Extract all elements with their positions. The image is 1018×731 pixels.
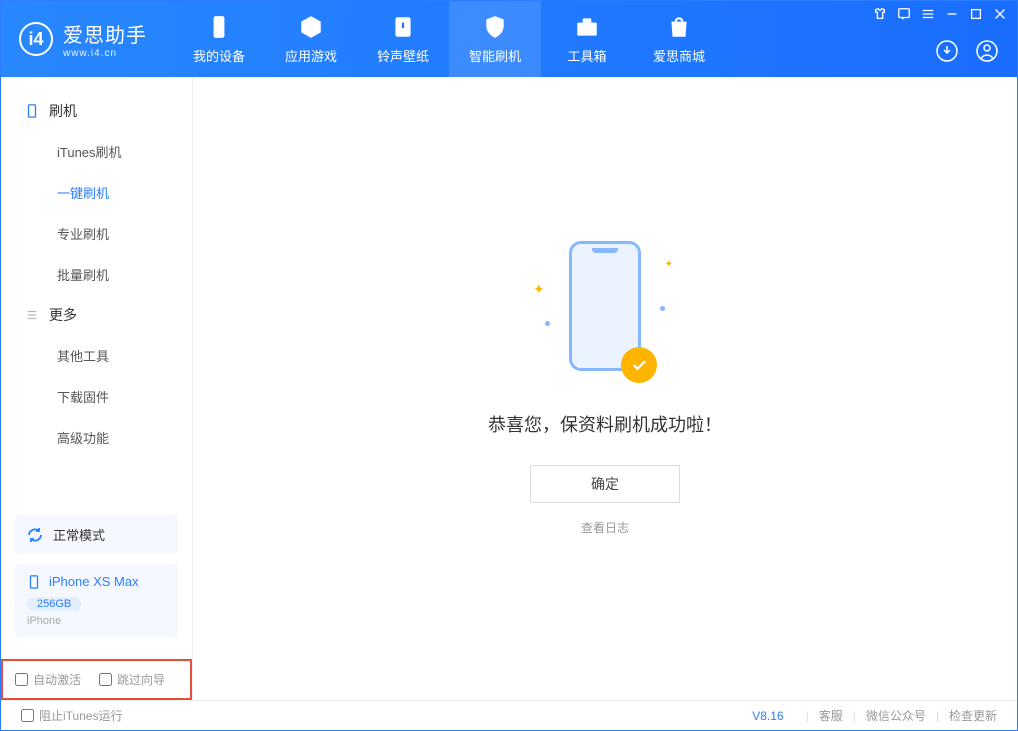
window-controls [873, 7, 1007, 21]
tab-apps-games[interactable]: 应用游戏 [265, 1, 357, 77]
section-title: 刷机 [49, 101, 77, 121]
checkbox-input[interactable] [99, 673, 112, 686]
link-support[interactable]: 客服 [819, 707, 843, 724]
link-check-update[interactable]: 检查更新 [949, 707, 997, 724]
checkbox-input[interactable] [21, 709, 34, 722]
tab-ringtones[interactable]: 铃声壁纸 [357, 1, 449, 77]
tab-label: 铃声壁纸 [377, 46, 429, 65]
checkbox-block-itunes[interactable]: 阻止iTunes运行 [21, 707, 123, 724]
highlighted-options: 自动激活 跳过向导 [1, 659, 192, 700]
cube-icon [298, 14, 324, 40]
phone-icon [25, 104, 39, 118]
tab-toolbox[interactable]: 工具箱 [541, 1, 633, 77]
tab-label: 我的设备 [193, 46, 245, 65]
nav-tabs: 我的设备 应用游戏 铃声壁纸 智能刷机 工具箱 爱思商城 [173, 1, 725, 77]
status-bar: 阻止iTunes运行 V8.16 | 客服 | 微信公众号 | 检查更新 [1, 700, 1017, 730]
sidebar: 刷机 iTunes刷机 一键刷机 专业刷机 批量刷机 更多 其他工具 下载固件 … [1, 77, 193, 700]
app-header: i4 爱思助手 www.i4.cn 我的设备 应用游戏 铃声壁纸 智能刷机 工具… [1, 1, 1017, 77]
section-more[interactable]: 更多 [1, 295, 192, 335]
header-actions [935, 39, 999, 63]
shield-icon [482, 14, 508, 40]
device-type: iPhone [27, 615, 166, 627]
checkbox-label: 阻止iTunes运行 [39, 707, 123, 724]
device-icon [206, 14, 232, 40]
tab-label: 工具箱 [567, 46, 606, 65]
logo-icon: i4 [19, 22, 53, 56]
refresh-icon [27, 527, 43, 543]
maximize-icon[interactable] [969, 7, 983, 21]
app-name: 爱思助手 [63, 19, 147, 48]
dot-icon [545, 321, 550, 326]
phone-icon [27, 575, 41, 589]
storage-badge: 256GB [27, 597, 81, 611]
section-flash[interactable]: 刷机 [1, 91, 192, 131]
checkbox-input[interactable] [15, 673, 28, 686]
download-icon[interactable] [935, 39, 959, 63]
sidebar-item-oneclick-flash[interactable]: 一键刷机 [1, 172, 192, 213]
success-illustration: ✦ ✦ [515, 241, 695, 391]
sidebar-item-batch-flash[interactable]: 批量刷机 [1, 254, 192, 295]
sidebar-item-advanced[interactable]: 高级功能 [1, 417, 192, 458]
sidebar-item-itunes-flash[interactable]: iTunes刷机 [1, 131, 192, 172]
toolbox-icon [574, 14, 600, 40]
shirt-icon[interactable] [873, 7, 887, 21]
feedback-icon[interactable] [897, 7, 911, 21]
sidebar-item-pro-flash[interactable]: 专业刷机 [1, 213, 192, 254]
logo[interactable]: i4 爱思助手 www.i4.cn [1, 19, 165, 59]
dot-icon [660, 306, 665, 311]
link-wechat[interactable]: 微信公众号 [866, 707, 926, 724]
section-title: 更多 [49, 305, 77, 325]
tab-label: 智能刷机 [469, 46, 521, 65]
sparkle-icon: ✦ [533, 281, 545, 298]
bag-icon [666, 14, 692, 40]
ok-button[interactable]: 确定 [530, 465, 680, 503]
version-label: V8.16 [752, 709, 783, 723]
checkbox-auto-activate[interactable]: 自动激活 [15, 671, 81, 688]
device-card[interactable]: iPhone XS Max 256GB iPhone [15, 564, 178, 637]
checkbox-skip-guide[interactable]: 跳过向导 [99, 671, 165, 688]
user-icon[interactable] [975, 39, 999, 63]
tab-store[interactable]: 爱思商城 [633, 1, 725, 77]
tab-label: 爱思商城 [653, 46, 705, 65]
mode-label: 正常模式 [53, 525, 105, 544]
close-icon[interactable] [993, 7, 1007, 21]
list-icon [25, 308, 39, 322]
tab-smart-flash[interactable]: 智能刷机 [449, 1, 541, 77]
tab-label: 应用游戏 [285, 46, 337, 65]
checkbox-label: 自动激活 [33, 671, 81, 688]
minimize-icon[interactable] [945, 7, 959, 21]
main-content: ✦ ✦ 恭喜您，保资料刷机成功啦！ 确定 查看日志 [193, 77, 1017, 700]
app-domain: www.i4.cn [63, 48, 147, 59]
menu-icon[interactable] [921, 7, 935, 21]
sidebar-item-other-tools[interactable]: 其他工具 [1, 335, 192, 376]
checkbox-label: 跳过向导 [117, 671, 165, 688]
sidebar-item-download-firmware[interactable]: 下载固件 [1, 376, 192, 417]
device-name: iPhone XS Max [49, 574, 139, 589]
mode-card[interactable]: 正常模式 [15, 515, 178, 554]
music-icon [390, 14, 416, 40]
view-log-link[interactable]: 查看日志 [581, 519, 629, 536]
tab-my-device[interactable]: 我的设备 [173, 1, 265, 77]
sparkle-icon: ✦ [665, 259, 673, 270]
success-message: 恭喜您，保资料刷机成功啦！ [488, 411, 722, 437]
check-badge-icon [621, 347, 657, 383]
